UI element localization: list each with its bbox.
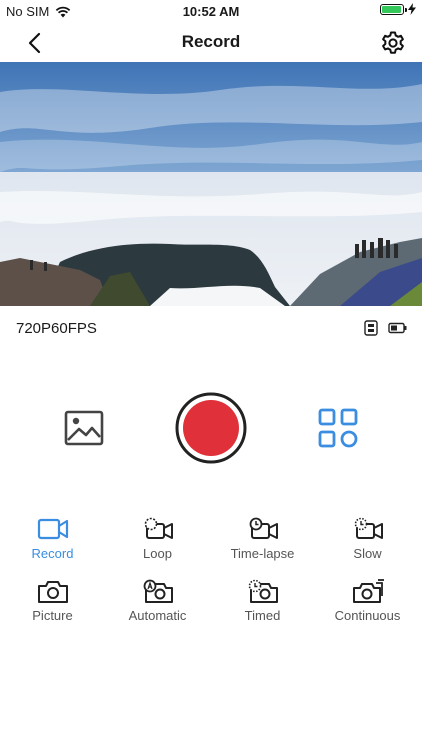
mode-label: Slow <box>353 546 382 561</box>
mode-time-lapse[interactable]: Time-lapse <box>210 516 315 561</box>
info-row: 720P60FPS <box>0 318 422 340</box>
battery-icon <box>380 3 407 15</box>
mode-continuous[interactable]: Continuous <box>315 578 420 623</box>
resolution-label: 720P60FPS <box>16 320 97 337</box>
page-title: Record <box>181 32 241 51</box>
camera-icon <box>37 581 68 603</box>
mode-label: Timed <box>244 608 281 623</box>
mode-label: Continuous <box>334 608 401 623</box>
video-icon <box>37 518 68 540</box>
mode-label: Time-lapse <box>230 546 295 561</box>
camera-preview[interactable] <box>0 62 422 306</box>
mode-timed[interactable]: Timed <box>210 578 315 623</box>
status-bar: No SIM 10:52 AM <box>0 0 422 22</box>
status-time: 10:52 AM <box>182 4 240 19</box>
mode-record[interactable]: Record <box>0 516 105 561</box>
capture-controls <box>0 392 422 464</box>
timelapse-video-icon <box>249 517 278 539</box>
mode-label: Picture <box>32 608 73 623</box>
gallery-icon[interactable] <box>64 410 104 446</box>
mode-label: Loop <box>143 546 172 561</box>
navigation-bar: Record <box>0 22 422 62</box>
loop-video-icon <box>144 517 173 539</box>
auto-camera-icon <box>143 579 173 603</box>
status-right <box>380 3 416 15</box>
status-icons <box>364 320 408 336</box>
mode-label: Automatic <box>128 608 187 623</box>
slow-video-icon <box>354 517 383 539</box>
mode-label: Record <box>31 546 74 561</box>
sd-card-icon <box>364 320 378 336</box>
more-modes-grid-icon[interactable] <box>318 408 358 448</box>
mode-automatic[interactable]: Automatic <box>105 578 210 623</box>
settings-gear-icon[interactable] <box>380 30 406 56</box>
record-shutter-button[interactable] <box>175 392 247 464</box>
burst-camera-icon <box>352 579 384 603</box>
mode-picture[interactable]: Picture <box>0 578 105 623</box>
camera-battery-icon <box>388 322 407 334</box>
timer-camera-icon <box>248 579 278 603</box>
mode-loop[interactable]: Loop <box>105 516 210 561</box>
charging-icon <box>408 3 416 15</box>
camera-preview-image <box>0 62 422 306</box>
mode-slow[interactable]: Slow <box>315 516 420 561</box>
